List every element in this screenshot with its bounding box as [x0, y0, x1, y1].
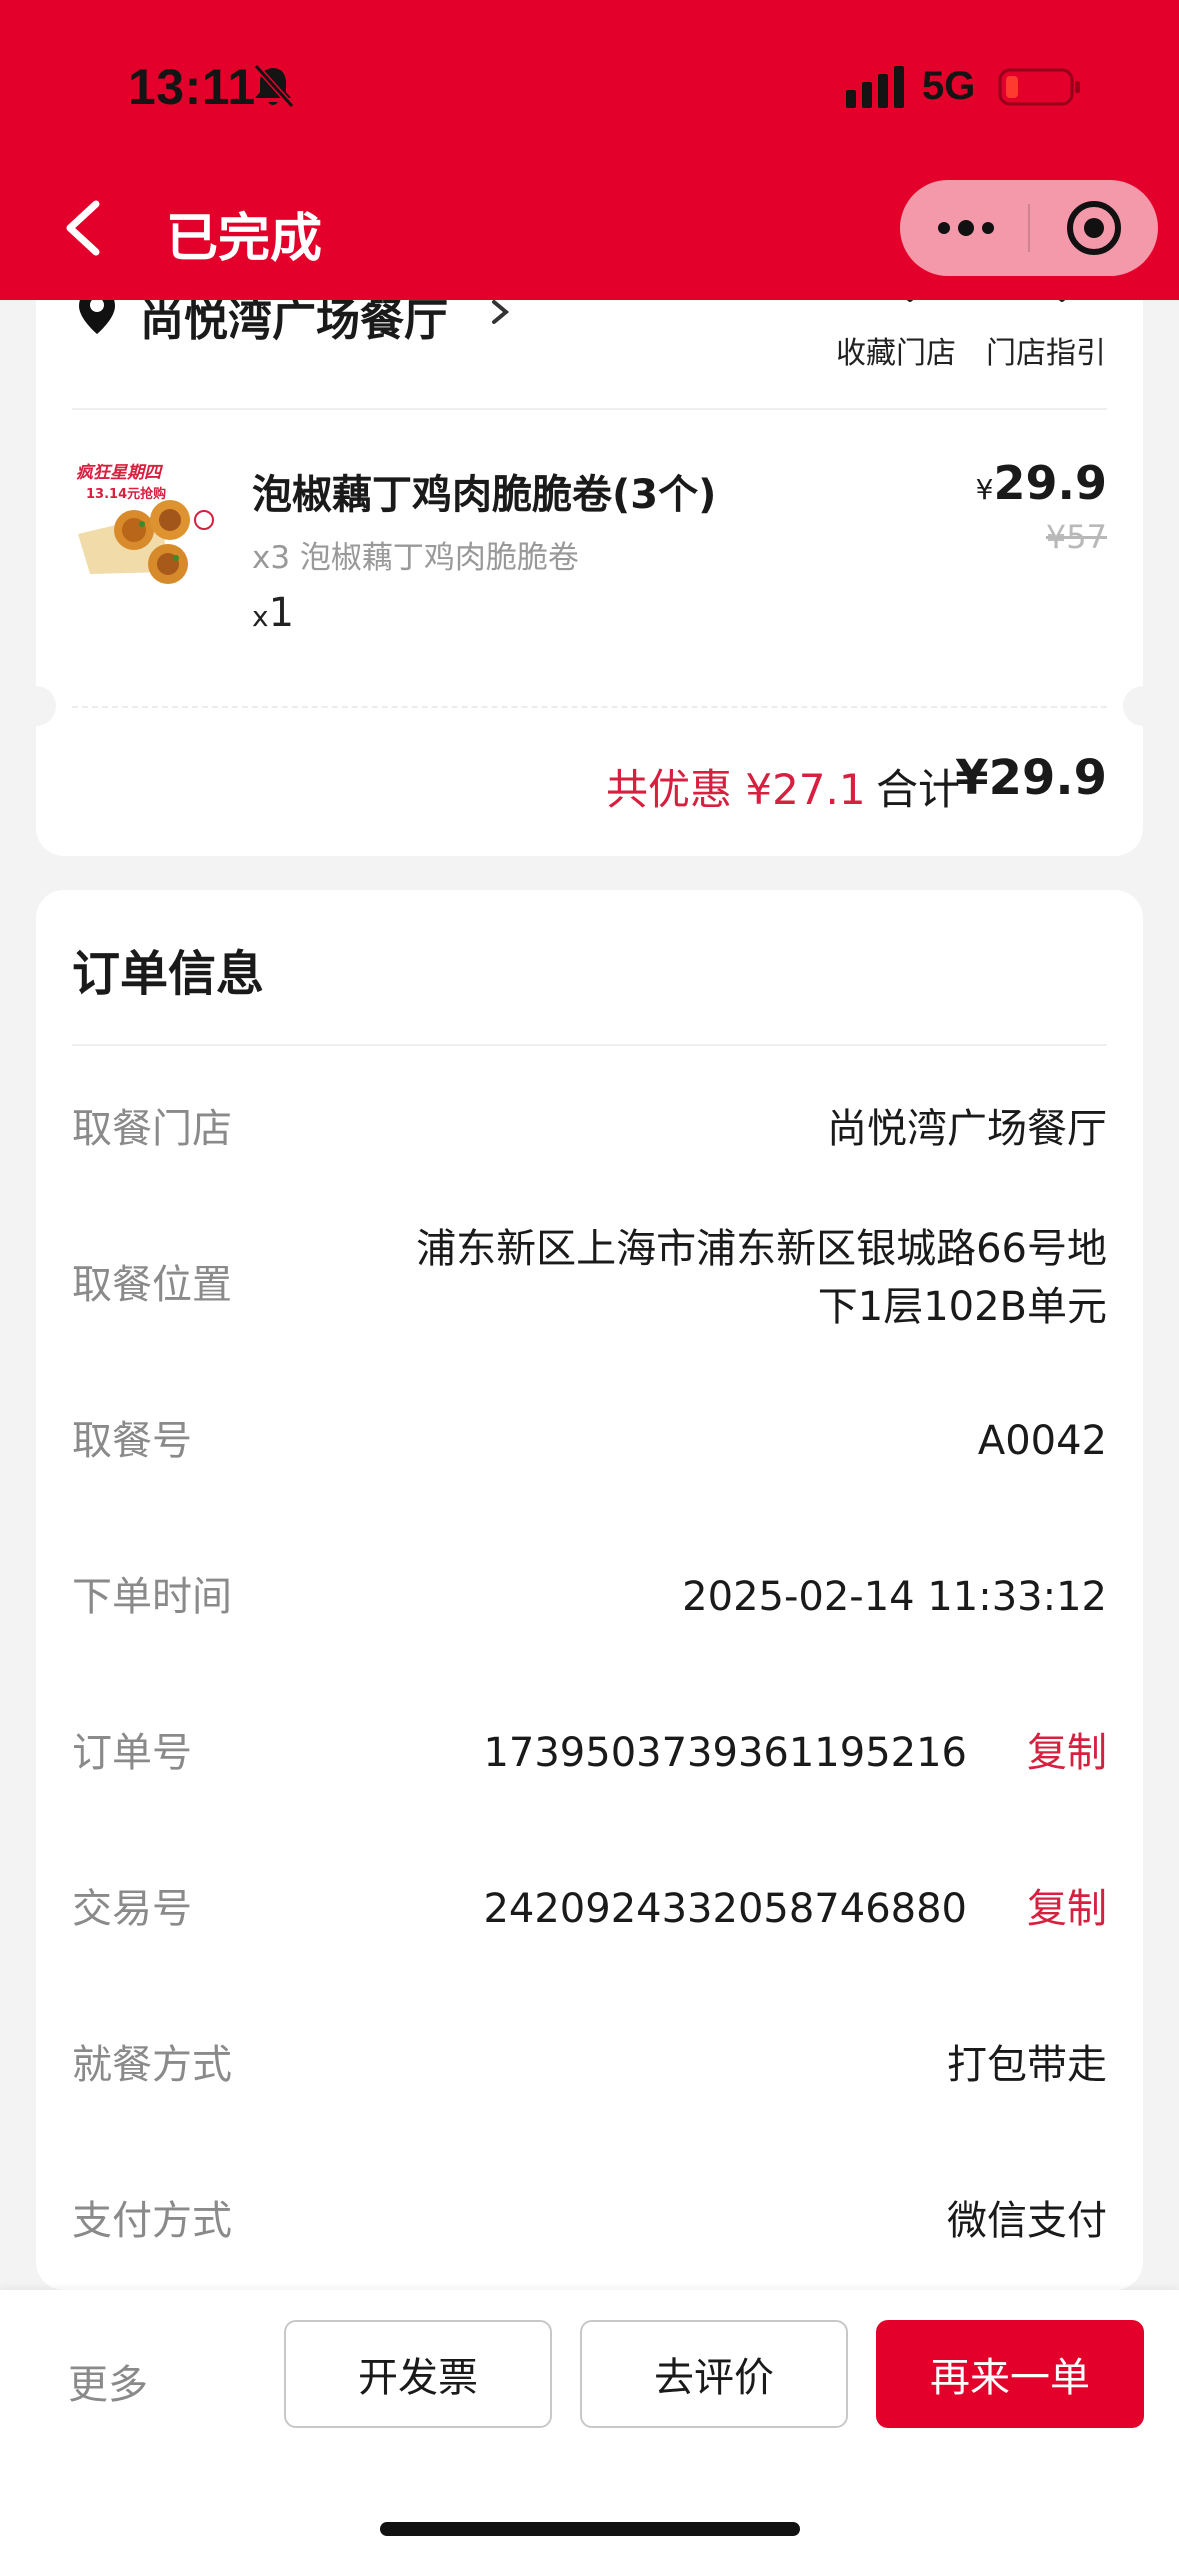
more-button[interactable]: 更多 — [68, 2352, 148, 2410]
info-row-pickup-number: 取餐号 A0042 — [72, 1412, 1107, 1492]
review-button[interactable]: 去评价 — [580, 2320, 848, 2428]
bottom-action-bar: 更多 开发票 去评价 再来一单 — [0, 2290, 1179, 2556]
product-subitem: x3 泡椒藕丁鸡肉脆脆卷 — [252, 540, 579, 576]
total-value: ¥29.9 — [955, 750, 1107, 806]
target-icon[interactable] — [1064, 198, 1124, 258]
info-label: 订单号 — [72, 1730, 192, 1776]
battery-icon — [998, 68, 1080, 106]
info-value: 1739503739361195216 — [483, 1730, 967, 1776]
info-label: 取餐号 — [72, 1418, 192, 1464]
product-price: ¥29.9 — [976, 456, 1107, 510]
copy-order-number-button[interactable]: 复制 — [1027, 1724, 1107, 1782]
info-row-pickup-store: 取餐门店 尚悦湾广场餐厅 — [72, 1100, 1107, 1180]
info-label: 交易号 — [72, 1886, 192, 1932]
info-value: 尚悦湾广场餐厅 — [827, 1106, 1107, 1152]
product-quantity: x1 — [252, 590, 294, 636]
info-row-payment-method: 支付方式 微信支付 — [72, 2192, 1107, 2272]
capsule-divider — [1028, 204, 1030, 252]
discount-total: 共优惠 ¥27.1 — [606, 765, 866, 814]
top-header: 13:11 5G 已完成 — [0, 0, 1179, 300]
product-name: 泡椒藕丁鸡肉脆脆卷(3个) — [252, 472, 717, 518]
info-value: 打包带走 — [947, 2042, 1107, 2088]
svg-text:13.14元抢购: 13.14元抢购 — [86, 486, 166, 502]
info-label: 取餐门店 — [72, 1106, 232, 1152]
info-row-order-time: 下单时间 2025-02-14 11:33:12 — [72, 1568, 1107, 1648]
signal-icon — [846, 66, 904, 108]
info-label: 下单时间 — [72, 1574, 232, 1620]
favorite-store-button[interactable]: 收藏门店 — [836, 328, 956, 372]
info-row-order-number: 订单号 1739503739361195216 复制 — [72, 1724, 1107, 1804]
page-title: 已完成 — [166, 209, 323, 269]
bell-slash-icon — [253, 63, 295, 109]
info-row-transaction-number: 交易号 2420924332058746880 复制 — [72, 1880, 1107, 1960]
order-item-card: 尚悦湾广场餐厅 收藏门店 门店指引 疯狂星期四 13.14元抢购 泡椒藕丁鸡肉脆… — [16, 240, 1163, 856]
info-value: 2025-02-14 11:33:12 — [682, 1574, 1107, 1620]
status-time: 13:11 — [128, 59, 256, 115]
home-indicator[interactable] — [380, 2522, 800, 2536]
info-row-pickup-location: 取餐位置 浦东新区上海市浦东新区银城路66号地 下1层102B单元 — [72, 1220, 1107, 1350]
dashed-divider — [72, 706, 1107, 708]
total-label: 合计 — [876, 765, 961, 814]
qty-value: 1 — [268, 590, 295, 636]
info-label: 取餐位置 — [72, 1262, 232, 1308]
invoice-button[interactable]: 开发票 — [284, 2320, 552, 2428]
back-icon[interactable] — [58, 198, 108, 258]
product-image: 疯狂星期四 13.14元抢购 — [72, 454, 232, 594]
order-info-card: 订单信息 取餐门店 尚悦湾广场餐厅 取餐位置 浦东新区上海市浦东新区银城路66号… — [36, 890, 1143, 2290]
mini-program-capsule — [900, 180, 1158, 276]
copy-transaction-number-button[interactable]: 复制 — [1027, 1880, 1107, 1938]
ticket-notch-left — [16, 686, 56, 726]
info-value: A0042 — [977, 1418, 1107, 1464]
price-value: 29.9 — [993, 456, 1108, 510]
info-value-line2: 下1层102B单元 — [817, 1284, 1107, 1330]
info-value: 2420924332058746880 — [483, 1886, 967, 1932]
original-price: ¥57 — [1045, 518, 1107, 556]
svg-text:疯狂星期四: 疯狂星期四 — [76, 463, 164, 483]
divider — [72, 1044, 1107, 1046]
network-label: 5G — [922, 64, 976, 108]
more-dots-icon[interactable] — [934, 210, 998, 246]
ticket-notch-right — [1123, 686, 1163, 726]
reorder-button[interactable]: 再来一单 — [876, 2320, 1144, 2428]
info-label: 支付方式 — [72, 2198, 232, 2244]
info-value: 微信支付 — [947, 2198, 1107, 2244]
info-label: 就餐方式 — [72, 2042, 232, 2088]
info-value-line1: 浦东新区上海市浦东新区银城路66号地 — [416, 1226, 1107, 1272]
section-title: 订单信息 — [72, 946, 265, 1002]
qty-prefix: x — [252, 600, 269, 633]
info-row-dining-method: 就餐方式 打包带走 — [72, 2036, 1107, 2116]
store-guide-button[interactable]: 门店指引 — [986, 328, 1106, 372]
currency-symbol: ¥ — [975, 473, 994, 506]
divider — [72, 408, 1107, 410]
